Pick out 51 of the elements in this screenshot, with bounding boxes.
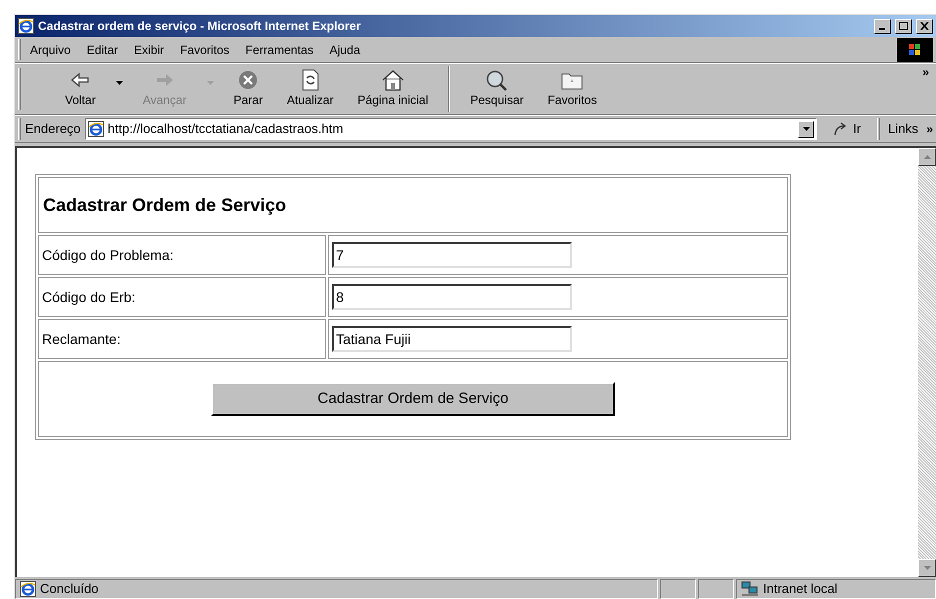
page-icon (88, 121, 104, 137)
down-arrow-icon (924, 566, 930, 570)
table-cell: Reclamante: (38, 319, 326, 359)
ie-logo-icon (18, 18, 34, 34)
maximize-icon (899, 22, 908, 30)
submit-button[interactable]: Cadastrar Ordem de Serviço (211, 382, 615, 416)
toolbar-button[interactable]: Página inicial (346, 69, 440, 109)
links-overflow-chevron[interactable]: » (926, 123, 933, 135)
toolbar-button[interactable]: Atualizar (274, 69, 346, 109)
address-field[interactable]: http://localhost/tcctatiana/cadastraos.htm (84, 118, 817, 140)
input-field[interactable]: 8 (332, 284, 572, 310)
toolbar-overflow-chevron[interactable]: » (922, 66, 933, 112)
input-field[interactable]: 7 (332, 242, 572, 268)
dropdown-button[interactable] (798, 120, 814, 138)
close-button[interactable] (916, 18, 933, 34)
menu-item[interactable]: Ferramentas (238, 40, 320, 58)
search-icon (484, 69, 509, 91)
go-button[interactable]: Ir (821, 119, 873, 139)
menu-item[interactable]: Editar (80, 40, 126, 58)
window-title: Cadastrar ordem de serviço - Microsoft Internet Explorer (38, 18, 361, 35)
toolbar-button[interactable]: Pesquisar (458, 69, 536, 109)
zone-text: Intranet local (763, 580, 838, 598)
scroll-down-button[interactable] (918, 559, 936, 577)
table-cell: Código do Problema: (38, 235, 326, 275)
toolbar-button[interactable]: Parar (222, 69, 275, 109)
maximize-button[interactable] (895, 18, 912, 34)
home-icon (380, 69, 405, 91)
status-pane (698, 579, 734, 599)
menu-item[interactable]: Ajuda (322, 40, 368, 58)
page-icon (20, 581, 36, 597)
status-text: Concluído (40, 580, 99, 598)
toolbar-button[interactable]: Voltar (53, 69, 108, 109)
vertical-scrollbar[interactable] (918, 148, 936, 577)
windows-logo-icon (897, 38, 933, 62)
menu-item[interactable]: Arquivo (23, 40, 78, 58)
menu-item[interactable]: Exibir (127, 40, 172, 58)
status-pane (660, 579, 696, 599)
toolbar-button[interactable]: Favoritos (536, 69, 609, 109)
input-field[interactable]: Tatiana Fujii (332, 326, 572, 352)
close-icon (920, 22, 929, 30)
network-computers-icon (741, 581, 759, 597)
caret-icon (802, 127, 810, 131)
menu-item[interactable]: Favoritos (173, 40, 236, 58)
minimize-button[interactable] (874, 18, 891, 34)
form-heading: Cadastrar Ordem de Serviço (43, 194, 286, 217)
scroll-up-button[interactable] (918, 148, 936, 166)
address-label: Endereço (25, 120, 81, 138)
table-cell: Código do Erb: (38, 277, 326, 317)
up-arrow-icon (924, 155, 930, 159)
dropdown-caret-icon[interactable] (116, 81, 123, 85)
links-button[interactable]: Links (884, 119, 922, 139)
